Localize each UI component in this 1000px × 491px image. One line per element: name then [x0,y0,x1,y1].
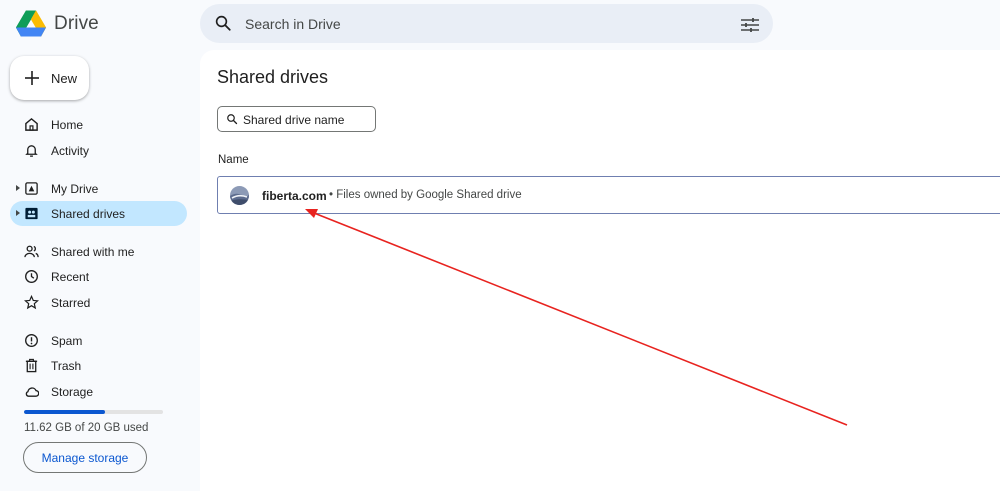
search-icon[interactable] [214,14,232,32]
spam-icon [25,334,38,347]
storage-progress-bar [24,410,163,414]
sidebar-item-label: My Drive [51,182,99,196]
sidebar-item-label: Trash [51,359,82,373]
sidebar-item-label: Shared with me [51,245,135,259]
sidebar-item-label: Activity [51,144,90,158]
sidebar-item-home[interactable]: Home [10,112,187,137]
sidebar-item-label: Shared drives [51,207,126,221]
shared-drive-avatar [230,186,249,205]
sidebar-item-activity[interactable]: Activity [10,138,187,163]
clock-icon [25,270,38,283]
search-input[interactable]: Search in Drive [245,16,341,32]
search-bar[interactable]: Search in Drive [200,4,773,43]
app-name: Drive [54,13,99,34]
page-title: Shared drives [217,67,329,87]
sidebar-item-shared-with-me[interactable]: Shared with me [10,239,187,264]
sidebar-item-shared-drives[interactable]: Shared drives [10,201,187,226]
shared-drive-row[interactable]: fiberta.com • Files owned by Google Shar… [217,176,1000,214]
expand-caret-icon[interactable] [16,185,20,191]
sidebar-item-starred[interactable]: Starred [10,290,187,315]
shared-drive-thumbnail-icon [230,186,249,205]
search-icon [227,114,238,125]
new-button[interactable]: New [10,56,89,100]
main-content: Shared drives Shared drive name Name fib… [200,50,1000,491]
manage-storage-button[interactable]: Manage storage [23,442,147,473]
home-icon [25,117,38,131]
search-options-icon[interactable] [741,18,759,32]
new-button-label: New [51,71,78,86]
sidebar-item-label: Home [51,118,84,132]
filter-placeholder: Shared drive name [243,113,345,127]
my-drive-icon [25,182,38,195]
sidebar-item-label: Spam [51,334,83,348]
storage-usage-text: 11.62 GB of 20 GB used [24,422,149,434]
storage-progress-fill [24,410,105,414]
sidebar-item-label: Starred [51,296,91,310]
sidebar-item-spam[interactable]: Spam [10,328,187,353]
sidebar-item-label: Storage [51,385,94,399]
shared-drives-icon [25,207,38,220]
trash-icon [25,358,38,373]
star-icon [24,295,39,310]
sidebar-item-storage[interactable]: Storage [10,379,187,404]
shared-drive-filter-input[interactable]: Shared drive name [217,106,376,132]
drive-logo[interactable]: Drive [16,8,99,40]
drive-logo-icon [16,10,46,37]
column-header-name[interactable]: Name [218,154,249,166]
sidebar-item-my-drive[interactable]: My Drive [10,176,187,201]
sidebar-item-label: Recent [51,270,90,284]
cloud-icon [25,387,39,397]
shared-drive-meta: • Files owned by Google Shared drive [329,189,522,201]
plus-icon [25,71,39,85]
bell-icon [25,145,38,157]
sidebar-item-trash[interactable]: Trash [10,353,187,378]
shared-drive-name[interactable]: fiberta.com [262,189,327,203]
sidebar-item-recent[interactable]: Recent [10,264,187,289]
people-icon [24,245,39,258]
expand-caret-icon[interactable] [16,210,20,216]
